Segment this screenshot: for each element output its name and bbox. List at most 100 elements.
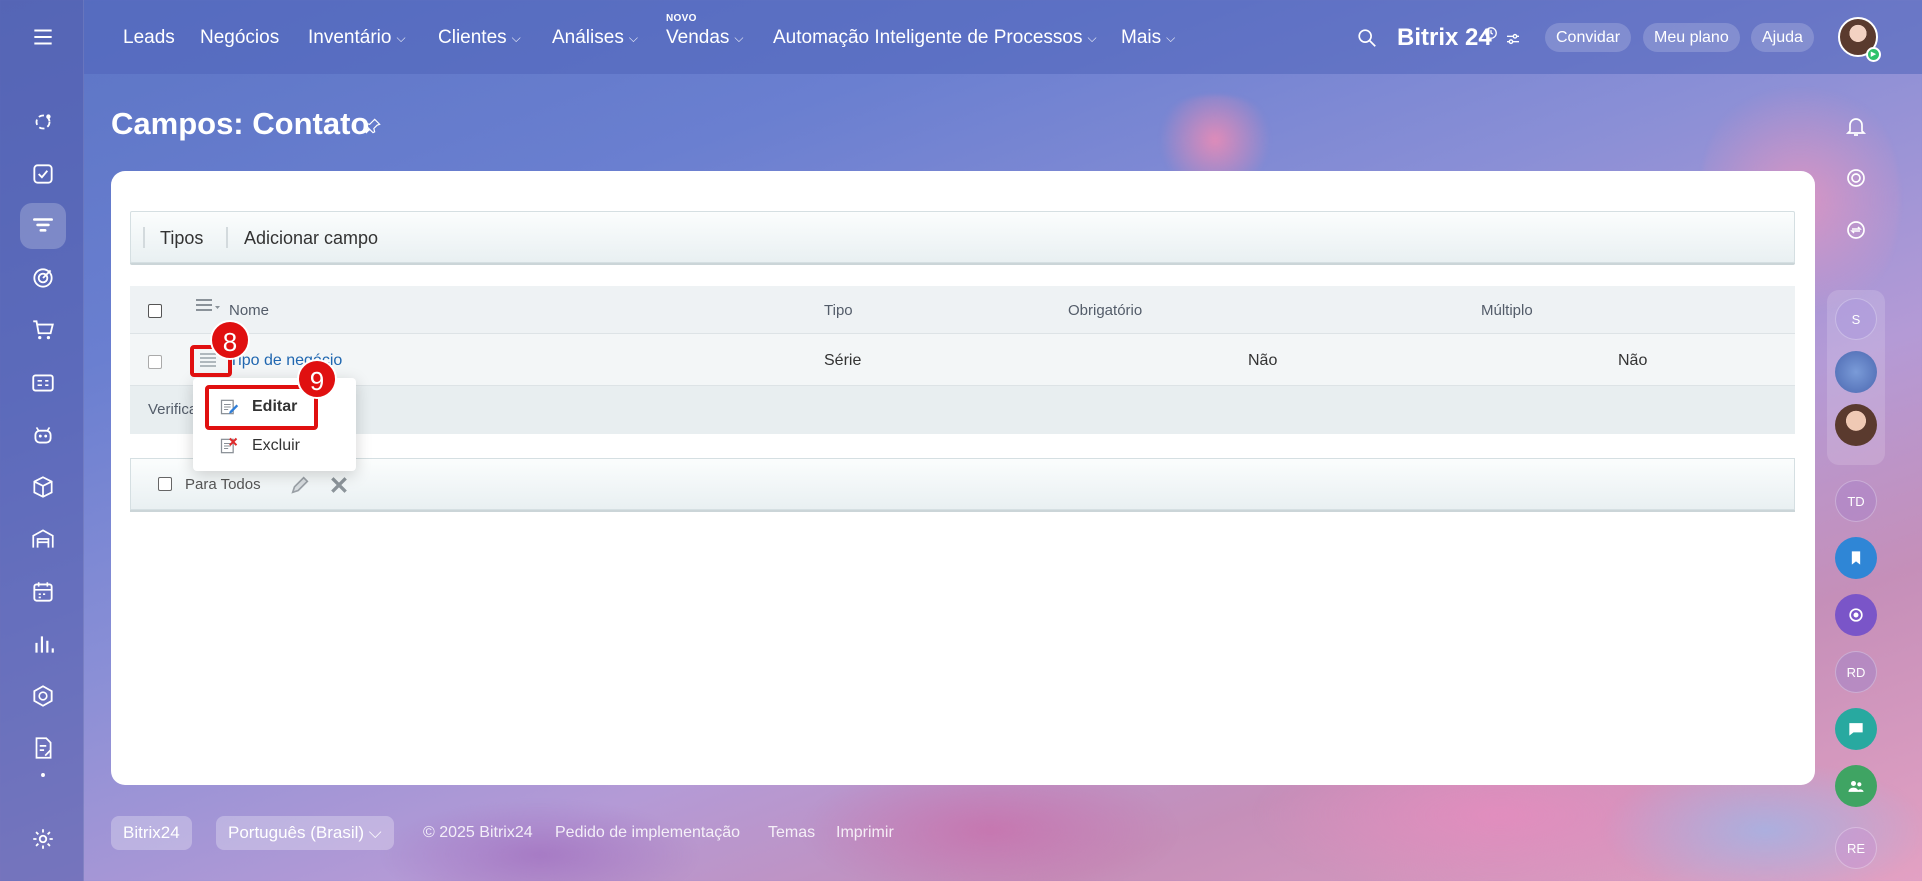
- footer-copyright: © 2025 Bitrix24: [423, 824, 533, 841]
- for-all-checkbox[interactable]: [158, 477, 172, 491]
- warehouse-icon[interactable]: [20, 516, 66, 562]
- chat-avatar-re[interactable]: RE: [1835, 827, 1877, 869]
- pin-icon[interactable]: [363, 116, 383, 136]
- hexagon-icon[interactable]: [20, 673, 66, 719]
- toolbar-separator: [226, 227, 228, 248]
- chevron-down-icon: ⌵: [368, 823, 382, 842]
- chat-avatar-rd[interactable]: RD: [1835, 651, 1877, 693]
- copilot-chat-icon[interactable]: [1835, 594, 1877, 636]
- analytics-icon[interactable]: [20, 621, 66, 667]
- delete-document-icon: [220, 437, 238, 454]
- help-button[interactable]: Ajuda: [1751, 23, 1814, 52]
- field-multiple: Não: [1618, 352, 1648, 369]
- sliders-icon[interactable]: [1505, 31, 1521, 47]
- chevron-down-icon: ⌵: [511, 30, 521, 45]
- language-selector[interactable]: Português (Brasil) ⌵: [216, 816, 394, 850]
- footer-link-themes[interactable]: Temas: [768, 824, 815, 842]
- menu-hamburger-icon[interactable]: [20, 14, 66, 60]
- delete-label: Excluir: [252, 437, 301, 454]
- table-row: Tipo de negócio Série Não Não: [130, 334, 1795, 386]
- table-header: Nome Tipo Obrigatório Múltiplo: [130, 286, 1795, 334]
- chevron-down-icon: ⌵: [628, 30, 638, 45]
- add-field-button[interactable]: Adicionar campo: [244, 228, 378, 249]
- row-checkbox[interactable]: [148, 355, 162, 369]
- nav-automation-label: Automação Inteligente de Processos: [773, 27, 1083, 48]
- right-sidebar: S TD RD RE: [1835, 100, 1885, 881]
- more-dot-icon[interactable]: [20, 760, 66, 790]
- toolbar: Tipos Adicionar campo: [130, 211, 1795, 263]
- fields-table: Nome Tipo Obrigatório Múltiplo Tipo de n…: [130, 286, 1795, 436]
- chevron-down-icon: ⌵: [1166, 30, 1176, 45]
- nav-leads-label: Leads: [123, 27, 175, 48]
- toolbar-separator: [143, 227, 145, 248]
- column-header-name[interactable]: Nome: [229, 302, 269, 319]
- delete-x-icon[interactable]: [329, 475, 349, 495]
- crm-icon[interactable]: [20, 203, 66, 249]
- left-sidebar: [0, 0, 84, 881]
- chat-avatar-user[interactable]: [1835, 404, 1877, 446]
- table-footer: Verifica: [130, 386, 1795, 434]
- nav-more[interactable]: Mais ⌵: [1121, 27, 1175, 49]
- online-status-icon: ▶: [1866, 47, 1881, 62]
- target-icon[interactable]: [20, 255, 66, 301]
- pencil-icon[interactable]: [289, 474, 311, 496]
- sync-chat-icon[interactable]: [1835, 209, 1877, 251]
- my-plan-button[interactable]: Meu plano: [1643, 23, 1740, 52]
- for-all-label: Para Todos: [185, 476, 261, 493]
- chat-avatar-s[interactable]: S: [1835, 298, 1877, 340]
- chat-avatar-group[interactable]: [1835, 351, 1877, 393]
- group-chat-icon[interactable]: [1835, 765, 1877, 807]
- footer-link-print[interactable]: Imprimir: [836, 824, 894, 842]
- field-type: Série: [824, 352, 862, 369]
- column-settings-icon[interactable]: [195, 297, 221, 315]
- nav-analytics[interactable]: Análises ⌵: [552, 27, 638, 49]
- nav-analytics-label: Análises: [552, 27, 624, 48]
- cart-icon[interactable]: [20, 307, 66, 353]
- new-badge: NOVO: [666, 13, 697, 24]
- calendar-icon[interactable]: [20, 569, 66, 615]
- search-icon[interactable]: [1356, 27, 1378, 49]
- annotation-step-8: 8: [210, 320, 250, 360]
- page-title: Campos: Contato: [111, 106, 370, 141]
- select-all-checkbox[interactable]: [148, 304, 162, 318]
- nav-deals-label: Negócios: [200, 27, 280, 48]
- tasks-icon[interactable]: [20, 151, 66, 197]
- box-icon[interactable]: [20, 464, 66, 510]
- chevron-down-icon: ⌵: [396, 30, 406, 45]
- brand-logo: Bitrix 24: [1397, 24, 1492, 51]
- bookmark-icon[interactable]: [1835, 537, 1877, 579]
- group-actions-bar: Para Todos: [130, 458, 1795, 510]
- nav-deals[interactable]: Negócios: [200, 27, 279, 49]
- contact-card-icon[interactable]: [20, 360, 66, 406]
- nav-clients[interactable]: Clientes ⌵: [438, 27, 521, 49]
- column-header-required[interactable]: Obrigatório: [1068, 302, 1142, 319]
- nav-automation[interactable]: Automação Inteligente de Processos ⌵: [773, 27, 1097, 49]
- types-button[interactable]: Tipos: [160, 228, 203, 249]
- nav-inventory-label: Inventário: [308, 27, 392, 48]
- nav-sales[interactable]: Vendas ⌵: [666, 27, 744, 49]
- language-label: Português (Brasil): [228, 823, 365, 842]
- footer-brand-button[interactable]: Bitrix24: [111, 816, 192, 850]
- nav-more-label: Mais: [1121, 27, 1162, 48]
- context-menu-delete[interactable]: Excluir: [193, 427, 356, 465]
- chat-avatar-td[interactable]: TD: [1835, 480, 1877, 522]
- field-required: Não: [1248, 352, 1278, 369]
- clock-icon: [1485, 27, 1497, 39]
- invite-button[interactable]: Convidar: [1545, 23, 1632, 52]
- column-header-multiple[interactable]: Múltiplo: [1481, 302, 1533, 319]
- column-header-type[interactable]: Tipo: [824, 302, 853, 319]
- footer-link-implementation[interactable]: Pedido de implementação: [555, 824, 740, 842]
- settings-gear-icon[interactable]: [20, 816, 66, 862]
- chevron-down-icon: ⌵: [1087, 30, 1097, 45]
- robot-icon[interactable]: [20, 412, 66, 458]
- content-card: Tipos Adicionar campo Nome Tipo Obrigató…: [111, 171, 1815, 785]
- copilot-icon[interactable]: [1835, 157, 1877, 199]
- feed-icon[interactable]: [20, 99, 66, 145]
- nav-inventory[interactable]: Inventário ⌵: [308, 27, 406, 49]
- nav-leads[interactable]: Leads: [123, 27, 175, 49]
- footer-text: Verifica: [148, 401, 198, 418]
- open-lines-icon[interactable]: [1835, 708, 1877, 750]
- notifications-bell-icon[interactable]: [1835, 105, 1877, 147]
- annotation-step-9: 9: [297, 359, 337, 399]
- nav-clients-label: Clientes: [438, 27, 507, 48]
